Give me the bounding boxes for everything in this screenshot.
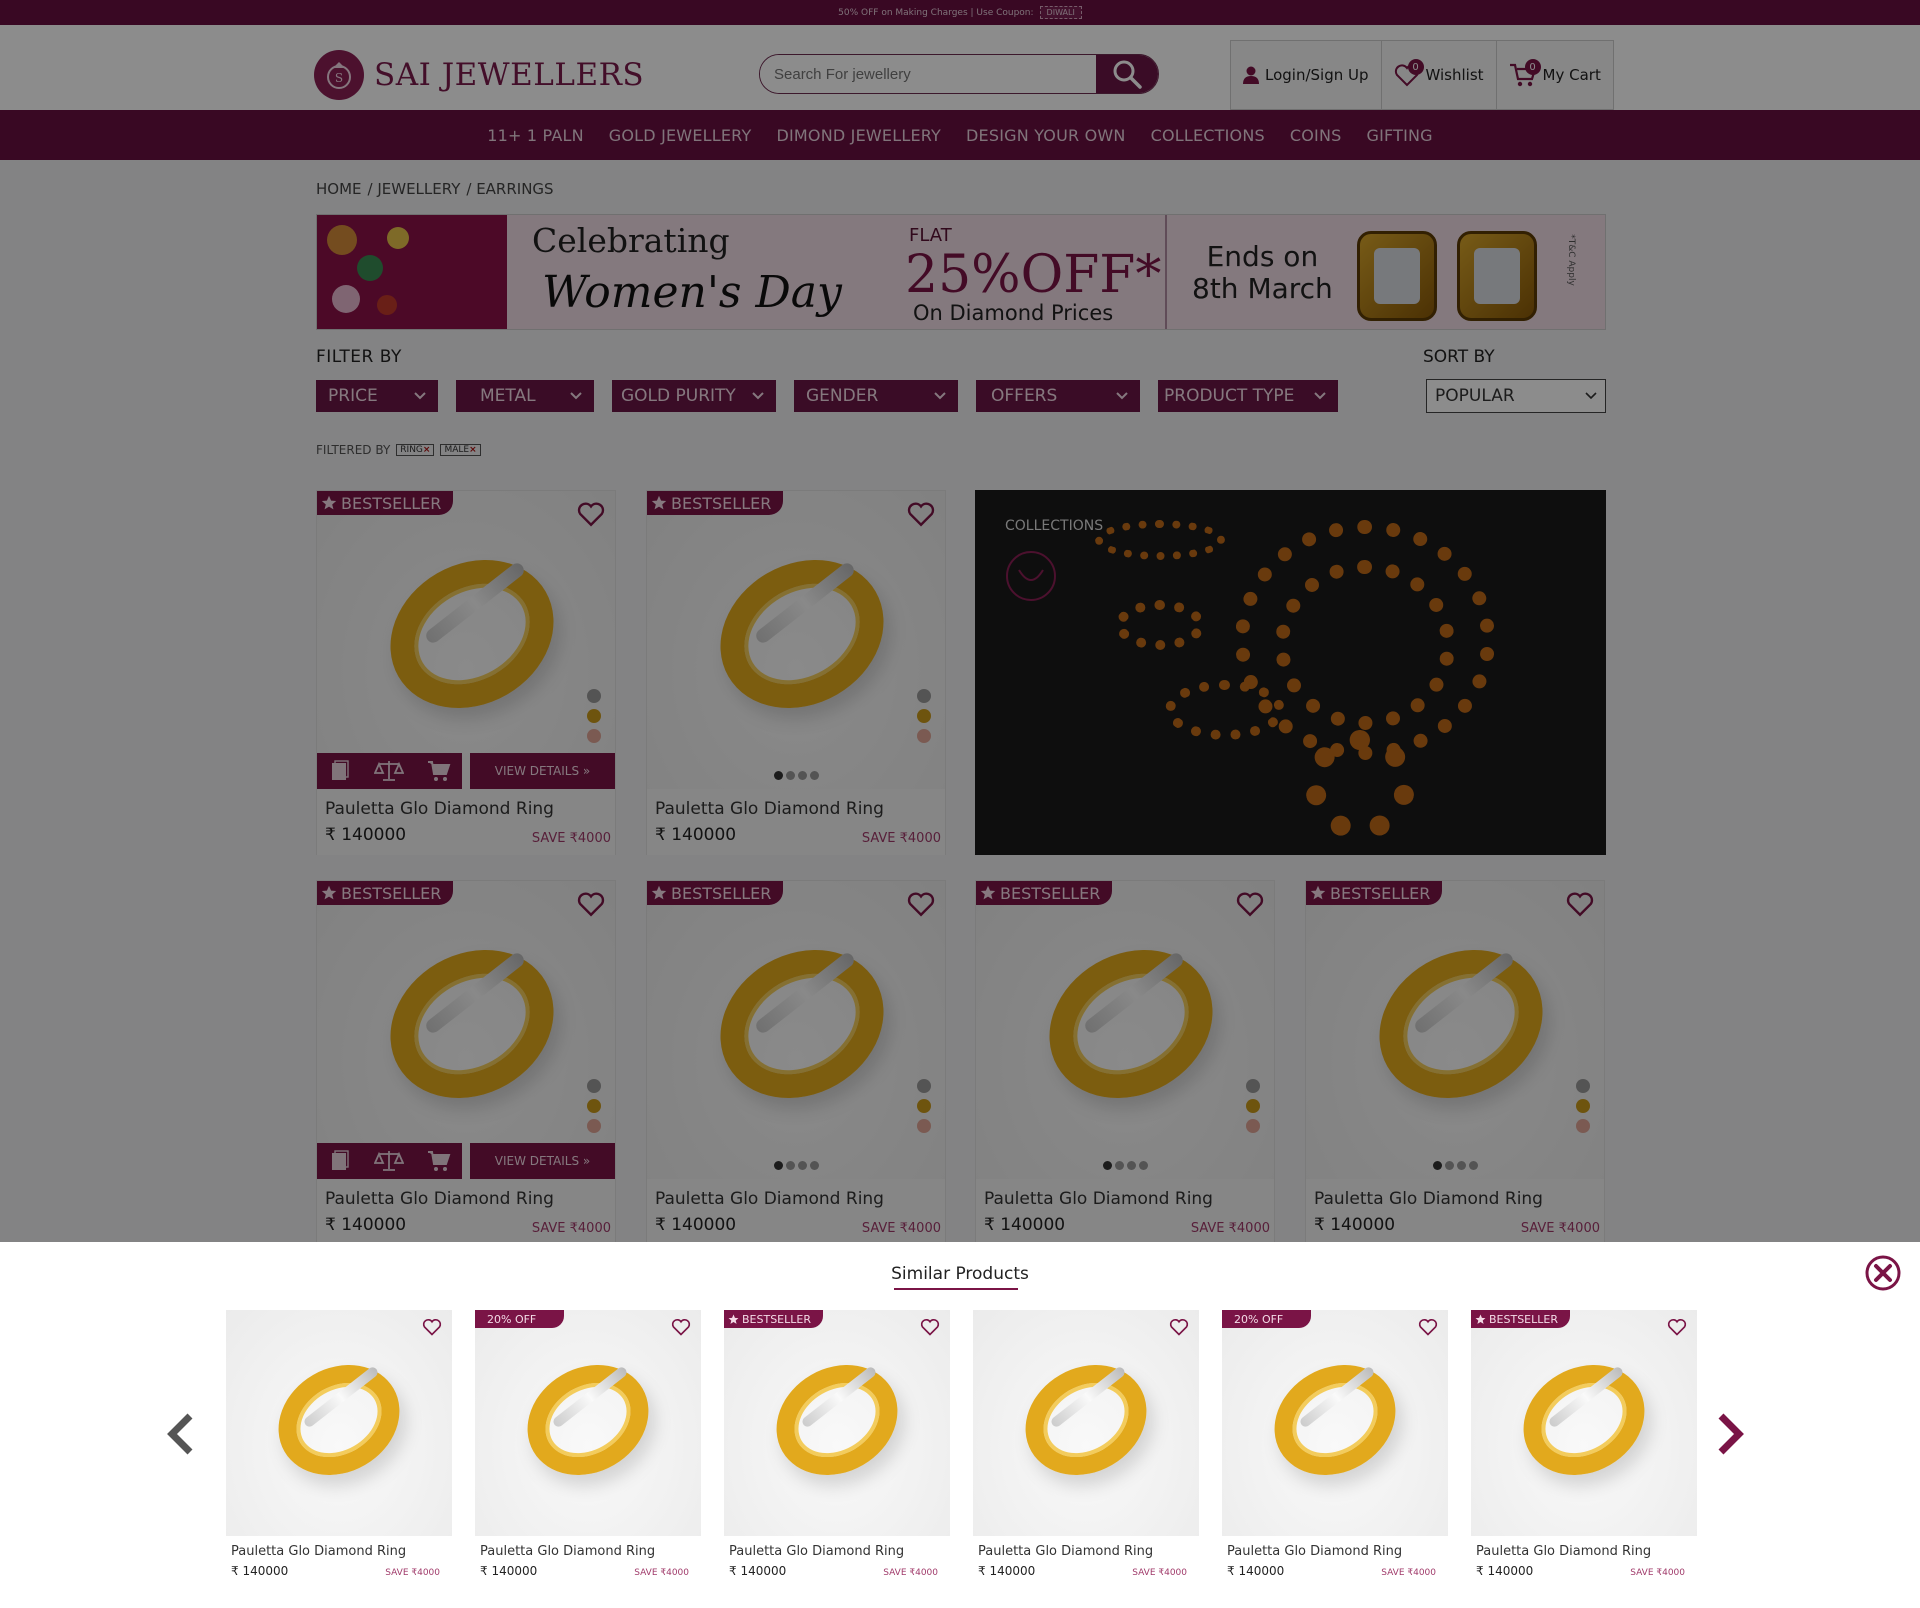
title-underline <box>894 1288 1018 1290</box>
product-name[interactable]: Pauletta Glo Diamond Ring <box>729 1544 904 1559</box>
product-image[interactable] <box>475 1310 701 1536</box>
similar-products-panel: Similar Products Pauletta Glo Diamond Ri… <box>0 1242 1920 1608</box>
product-save: SAVE ₹4000 <box>1381 1568 1436 1578</box>
product-image[interactable] <box>1222 1310 1448 1536</box>
heart-icon <box>1418 1318 1438 1336</box>
badge-label: 20% OFF <box>487 1312 537 1326</box>
product-name[interactable]: Pauletta Glo Diamond Ring <box>1227 1544 1402 1559</box>
badge-label: BESTSELLER <box>1489 1312 1558 1326</box>
heart-icon <box>920 1318 940 1336</box>
similar-product-card[interactable]: 20% OFF Pauletta Glo Diamond Ring ₹ 1400… <box>475 1310 701 1600</box>
heart-icon <box>1667 1318 1687 1336</box>
ring-image <box>756 1343 918 1497</box>
product-price: ₹ 140000 <box>1227 1564 1285 1578</box>
discount-badge: 20% OFF <box>475 1310 565 1328</box>
ring-image <box>1503 1343 1665 1497</box>
ring-image <box>1005 1343 1167 1497</box>
wishlist-toggle[interactable] <box>422 1318 442 1340</box>
product-image[interactable] <box>226 1310 452 1536</box>
star-icon <box>728 1314 739 1324</box>
similar-product-card[interactable]: BESTSELLER Pauletta Glo Diamond Ring ₹ 1… <box>724 1310 950 1600</box>
similar-products-title: Similar Products <box>891 1264 1029 1284</box>
wishlist-toggle[interactable] <box>1169 1318 1189 1340</box>
discount-badge: 20% OFF <box>1222 1310 1312 1328</box>
chevron-right-icon[interactable] <box>1715 1412 1745 1456</box>
bestseller-badge: BESTSELLER <box>724 1310 823 1328</box>
product-image[interactable] <box>1471 1310 1697 1536</box>
product-name[interactable]: Pauletta Glo Diamond Ring <box>1476 1544 1651 1559</box>
heart-icon <box>422 1318 442 1336</box>
ring-image <box>507 1343 669 1497</box>
chevron-left-icon[interactable] <box>166 1412 196 1456</box>
wishlist-toggle[interactable] <box>1418 1318 1438 1340</box>
product-price: ₹ 140000 <box>231 1564 289 1578</box>
product-price: ₹ 140000 <box>729 1564 787 1578</box>
bestseller-badge: BESTSELLER <box>1471 1310 1570 1328</box>
similar-product-card[interactable]: 20% OFF Pauletta Glo Diamond Ring ₹ 1400… <box>1222 1310 1448 1600</box>
modal-backdrop[interactable] <box>0 0 1920 1242</box>
ring-image <box>258 1343 420 1497</box>
product-name[interactable]: Pauletta Glo Diamond Ring <box>480 1544 655 1559</box>
product-save: SAVE ₹4000 <box>1630 1568 1685 1578</box>
product-price: ₹ 140000 <box>978 1564 1036 1578</box>
product-name[interactable]: Pauletta Glo Diamond Ring <box>978 1544 1153 1559</box>
product-price: ₹ 140000 <box>1476 1564 1534 1578</box>
wishlist-toggle[interactable] <box>1667 1318 1687 1340</box>
product-price: ₹ 140000 <box>480 1564 538 1578</box>
product-name[interactable]: Pauletta Glo Diamond Ring <box>231 1544 406 1559</box>
similar-product-card[interactable]: BESTSELLER Pauletta Glo Diamond Ring ₹ 1… <box>1471 1310 1697 1600</box>
product-save: SAVE ₹4000 <box>1132 1568 1187 1578</box>
ring-image <box>1254 1343 1416 1497</box>
product-image[interactable] <box>973 1310 1199 1536</box>
product-image[interactable] <box>724 1310 950 1536</box>
badge-label: 20% OFF <box>1234 1312 1284 1326</box>
product-save: SAVE ₹4000 <box>883 1568 938 1578</box>
product-save: SAVE ₹4000 <box>634 1568 689 1578</box>
similar-product-card[interactable]: Pauletta Glo Diamond Ring ₹ 140000 SAVE … <box>226 1310 452 1600</box>
heart-icon <box>1169 1318 1189 1336</box>
similar-product-card[interactable]: Pauletta Glo Diamond Ring ₹ 140000 SAVE … <box>973 1310 1199 1600</box>
wishlist-toggle[interactable] <box>671 1318 691 1340</box>
heart-icon <box>671 1318 691 1336</box>
product-save: SAVE ₹4000 <box>385 1568 440 1578</box>
star-icon <box>1475 1314 1486 1324</box>
badge-label: BESTSELLER <box>742 1312 811 1326</box>
wishlist-toggle[interactable] <box>920 1318 940 1340</box>
close-icon[interactable] <box>1864 1254 1902 1292</box>
